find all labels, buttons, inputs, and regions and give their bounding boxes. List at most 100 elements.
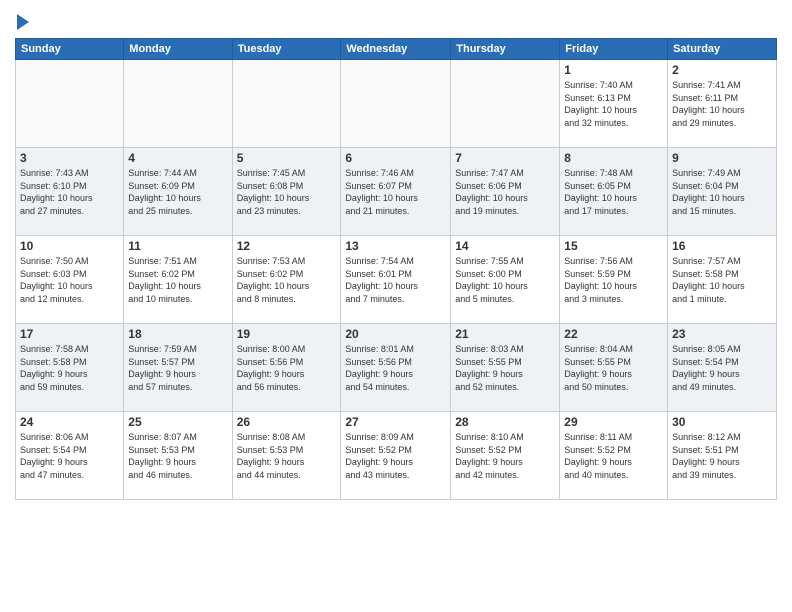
weekday-header-saturday: Saturday	[668, 39, 777, 60]
day-cell	[341, 60, 451, 148]
day-cell	[124, 60, 232, 148]
day-cell: 6Sunrise: 7:46 AM Sunset: 6:07 PM Daylig…	[341, 148, 451, 236]
day-info: Sunrise: 8:01 AM Sunset: 5:56 PM Dayligh…	[345, 343, 446, 393]
day-cell: 29 Sunrise: 8:11 AM Sunset: 5:52 PM Dayli…	[560, 412, 668, 500]
weekday-header-monday: Monday	[124, 39, 232, 60]
day-number: 29	[564, 415, 663, 429]
day-info: Sunrise: 8:09 AM Sunset: 5:52 PM Dayligh…	[345, 431, 446, 481]
day-info: Sunrise: 7:41 AM Sunset: 6:11 PM Dayligh…	[672, 79, 772, 129]
day-number: 28	[455, 415, 555, 429]
day-cell: 20 Sunrise: 8:01 AM Sunset: 5:56 PM Dayli…	[341, 324, 451, 412]
day-number: 27	[345, 415, 446, 429]
day-cell: 28 Sunrise: 8:10 AM Sunset: 5:52 PM Dayli…	[451, 412, 560, 500]
day-number: 1	[564, 63, 663, 77]
day-info: Sunrise: 7:40 AM Sunset: 6:13 PM Dayligh…	[564, 79, 663, 129]
day-cell: 14 Sunrise: 7:55 AM Sunset: 6:00 PM Dayli…	[451, 236, 560, 324]
day-cell: 26Sunrise: 8:08 AM Sunset: 5:53 PM Dayli…	[232, 412, 341, 500]
page: SundayMondayTuesdayWednesdayThursdayFrid…	[0, 0, 792, 612]
weekday-header-thursday: Thursday	[451, 39, 560, 60]
day-number: 12	[237, 239, 337, 253]
day-cell: 5 Sunrise: 7:45 AM Sunset: 6:08 PM Daylig…	[232, 148, 341, 236]
day-cell: 1 Sunrise: 7:40 AM Sunset: 6:13 PM Daylig…	[560, 60, 668, 148]
day-number: 30	[672, 415, 772, 429]
day-number: 11	[128, 239, 227, 253]
day-cell: 11 Sunrise: 7:51 AM Sunset: 6:02 PM Dayli…	[124, 236, 232, 324]
day-number: 24	[20, 415, 119, 429]
day-number: 9	[672, 151, 772, 165]
day-number: 4	[128, 151, 227, 165]
day-cell	[232, 60, 341, 148]
day-info: Sunrise: 8:00 AM Sunset: 5:56 PM Dayligh…	[237, 343, 337, 393]
day-number: 21	[455, 327, 555, 341]
day-cell: 30 Sunrise: 8:12 AM Sunset: 5:51 PM Dayli…	[668, 412, 777, 500]
day-number: 3	[20, 151, 119, 165]
day-number: 14	[455, 239, 555, 253]
day-info: Sunrise: 7:44 AM Sunset: 6:09 PM Dayligh…	[128, 167, 227, 217]
day-number: 7	[455, 151, 555, 165]
weekday-header-wednesday: Wednesday	[341, 39, 451, 60]
weekday-header-friday: Friday	[560, 39, 668, 60]
day-number: 16	[672, 239, 772, 253]
day-cell: 12 Sunrise: 7:53 AM Sunset: 6:02 PM Dayli…	[232, 236, 341, 324]
day-info: Sunrise: 8:06 AM Sunset: 5:54 PM Dayligh…	[20, 431, 119, 481]
day-number: 10	[20, 239, 119, 253]
day-number: 13	[345, 239, 446, 253]
day-cell: 2 Sunrise: 7:41 AM Sunset: 6:11 PM Daylig…	[668, 60, 777, 148]
day-info: Sunrise: 7:55 AM Sunset: 6:00 PM Dayligh…	[455, 255, 555, 305]
day-number: 17	[20, 327, 119, 341]
weekday-header-tuesday: Tuesday	[232, 39, 341, 60]
day-cell: 15Sunrise: 7:56 AM Sunset: 5:59 PM Dayli…	[560, 236, 668, 324]
day-cell: 13 Sunrise: 7:54 AM Sunset: 6:01 PM Dayli…	[341, 236, 451, 324]
day-number: 2	[672, 63, 772, 77]
day-info: Sunrise: 7:49 AM Sunset: 6:04 PM Dayligh…	[672, 167, 772, 217]
day-cell: 17 Sunrise: 7:58 AM Sunset: 5:58 PM Dayli…	[16, 324, 124, 412]
logo	[15, 14, 29, 30]
week-row-1: 1 Sunrise: 7:40 AM Sunset: 6:13 PM Daylig…	[16, 60, 777, 148]
weekday-header-row: SundayMondayTuesdayWednesdayThursdayFrid…	[16, 39, 777, 60]
day-info: Sunrise: 8:05 AM Sunset: 5:54 PM Dayligh…	[672, 343, 772, 393]
day-info: Sunrise: 8:11 AM Sunset: 5:52 PM Dayligh…	[564, 431, 663, 481]
day-number: 25	[128, 415, 227, 429]
calendar: SundayMondayTuesdayWednesdayThursdayFrid…	[15, 38, 777, 500]
day-number: 15	[564, 239, 663, 253]
day-cell	[16, 60, 124, 148]
day-number: 5	[237, 151, 337, 165]
week-row-4: 17 Sunrise: 7:58 AM Sunset: 5:58 PM Dayli…	[16, 324, 777, 412]
day-info: Sunrise: 8:10 AM Sunset: 5:52 PM Dayligh…	[455, 431, 555, 481]
day-number: 19	[237, 327, 337, 341]
day-info: Sunrise: 8:03 AM Sunset: 5:55 PM Dayligh…	[455, 343, 555, 393]
day-number: 20	[345, 327, 446, 341]
day-info: Sunrise: 7:47 AM Sunset: 6:06 PM Dayligh…	[455, 167, 555, 217]
day-info: Sunrise: 7:57 AM Sunset: 5:58 PM Dayligh…	[672, 255, 772, 305]
day-info: Sunrise: 7:58 AM Sunset: 5:58 PM Dayligh…	[20, 343, 119, 393]
day-cell: 18Sunrise: 7:59 AM Sunset: 5:57 PM Dayli…	[124, 324, 232, 412]
day-info: Sunrise: 7:46 AM Sunset: 6:07 PM Dayligh…	[345, 167, 446, 217]
header	[15, 10, 777, 30]
day-number: 23	[672, 327, 772, 341]
day-cell: 7 Sunrise: 7:47 AM Sunset: 6:06 PM Daylig…	[451, 148, 560, 236]
weekday-header-sunday: Sunday	[16, 39, 124, 60]
day-cell: 10 Sunrise: 7:50 AM Sunset: 6:03 PM Dayli…	[16, 236, 124, 324]
day-cell: 25 Sunrise: 8:07 AM Sunset: 5:53 PM Dayli…	[124, 412, 232, 500]
day-info: Sunrise: 7:53 AM Sunset: 6:02 PM Dayligh…	[237, 255, 337, 305]
day-info: Sunrise: 7:43 AM Sunset: 6:10 PM Dayligh…	[20, 167, 119, 217]
day-cell: 19 Sunrise: 8:00 AM Sunset: 5:56 PM Dayli…	[232, 324, 341, 412]
day-info: Sunrise: 7:50 AM Sunset: 6:03 PM Dayligh…	[20, 255, 119, 305]
week-row-5: 24 Sunrise: 8:06 AM Sunset: 5:54 PM Dayli…	[16, 412, 777, 500]
day-cell: 23 Sunrise: 8:05 AM Sunset: 5:54 PM Dayli…	[668, 324, 777, 412]
day-info: Sunrise: 8:12 AM Sunset: 5:51 PM Dayligh…	[672, 431, 772, 481]
day-cell: 16 Sunrise: 7:57 AM Sunset: 5:58 PM Dayli…	[668, 236, 777, 324]
day-cell: 8Sunrise: 7:48 AM Sunset: 6:05 PM Daylig…	[560, 148, 668, 236]
week-row-3: 10 Sunrise: 7:50 AM Sunset: 6:03 PM Dayli…	[16, 236, 777, 324]
day-info: Sunrise: 7:51 AM Sunset: 6:02 PM Dayligh…	[128, 255, 227, 305]
day-info: Sunrise: 8:07 AM Sunset: 5:53 PM Dayligh…	[128, 431, 227, 481]
day-cell: 22Sunrise: 8:04 AM Sunset: 5:55 PM Dayli…	[560, 324, 668, 412]
day-cell: 4 Sunrise: 7:44 AM Sunset: 6:09 PM Daylig…	[124, 148, 232, 236]
day-info: Sunrise: 7:45 AM Sunset: 6:08 PM Dayligh…	[237, 167, 337, 217]
day-info: Sunrise: 7:54 AM Sunset: 6:01 PM Dayligh…	[345, 255, 446, 305]
day-cell: 3 Sunrise: 7:43 AM Sunset: 6:10 PM Daylig…	[16, 148, 124, 236]
week-row-2: 3 Sunrise: 7:43 AM Sunset: 6:10 PM Daylig…	[16, 148, 777, 236]
day-number: 26	[237, 415, 337, 429]
day-info: Sunrise: 7:48 AM Sunset: 6:05 PM Dayligh…	[564, 167, 663, 217]
day-number: 22	[564, 327, 663, 341]
